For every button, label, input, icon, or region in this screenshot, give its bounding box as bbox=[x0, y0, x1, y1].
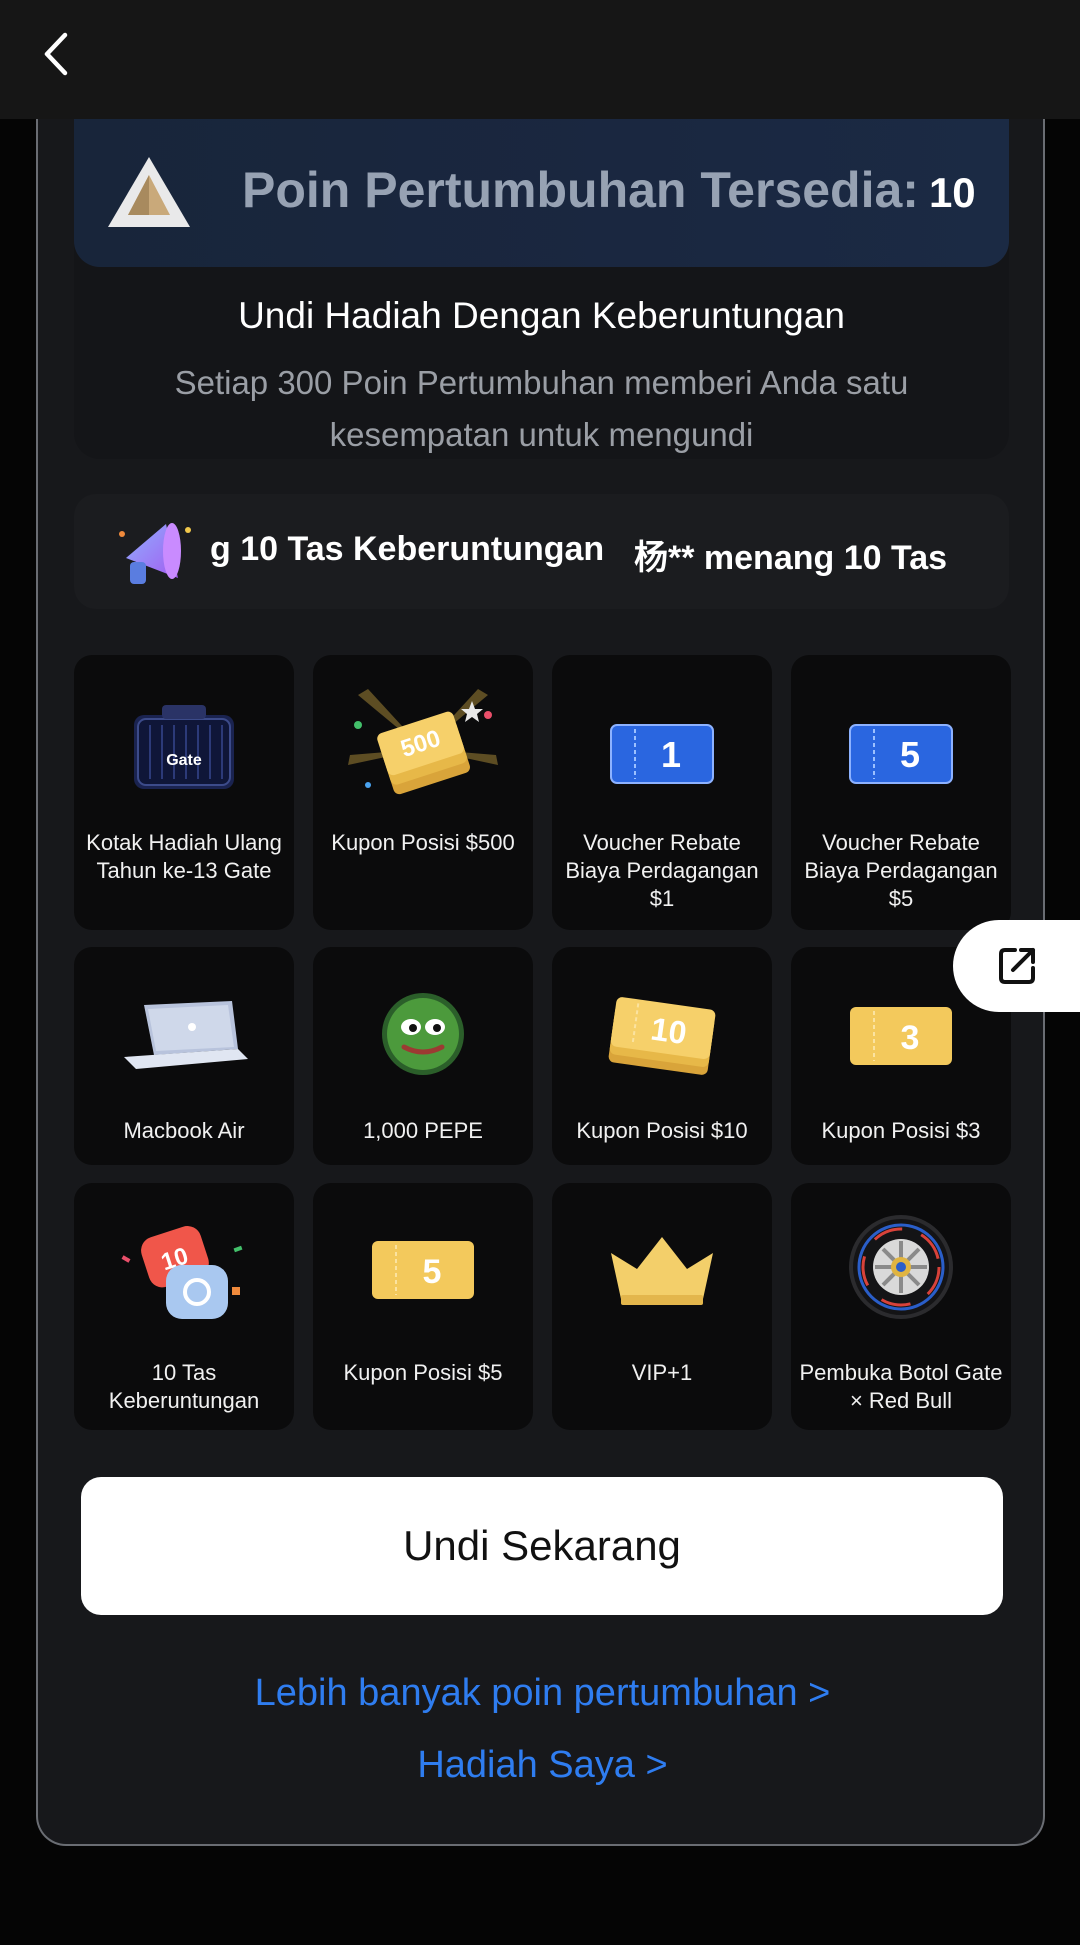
draw-title: Undi Hadiah Dengan Keberuntungan bbox=[238, 295, 845, 336]
coupon-10-icon: 10 bbox=[608, 997, 716, 1075]
prize-tile-voucher-1[interactable]: 1 Voucher Rebate Biaya Perdagangan $1 bbox=[552, 655, 772, 930]
prize-label: Pembuka Botol Gate × Red Bull bbox=[799, 1360, 1003, 1413]
prize-tile-macbook[interactable]: Macbook Air bbox=[74, 947, 294, 1165]
draw-now-button[interactable]: Undi Sekarang bbox=[81, 1477, 1003, 1615]
prize-tile-coupon-10[interactable]: 10 Kupon Posisi $10 bbox=[552, 947, 772, 1165]
gate-gift-box-icon: Gate bbox=[134, 705, 234, 789]
coupon-badge: 10 bbox=[649, 1011, 689, 1052]
tire-icon bbox=[849, 1215, 953, 1319]
prize-label: Voucher Rebate Biaya Perdagangan $5 bbox=[804, 830, 998, 911]
top-bar bbox=[0, 0, 1080, 119]
prize-tile-coupon-500[interactable]: 500 Kupon Posisi $500 bbox=[313, 655, 533, 930]
macbook-icon bbox=[124, 1001, 248, 1069]
points-label: Poin Pertumbuhan Tersedia: 10 bbox=[242, 161, 976, 219]
voucher-5-icon: 5 bbox=[849, 724, 953, 784]
megaphone-icon bbox=[119, 523, 191, 584]
prize-label: VIP+1 bbox=[631, 1360, 693, 1385]
draw-subtitle-line2: kesempatan untuk mengundi bbox=[329, 416, 754, 453]
prize-tile-redbull-tire[interactable]: Pembuka Botol Gate × Red Bull bbox=[791, 1183, 1011, 1430]
coupon-500-icon: 500 bbox=[348, 689, 498, 795]
voucher-badge: 1 bbox=[661, 734, 681, 775]
points-section: Poin Pertumbuhan Tersedia: 10 Undi Hadiah… bbox=[74, 119, 1009, 459]
points-label-text: Poin Pertumbuhan Tersedia: bbox=[242, 162, 919, 218]
coupon-badge: 5 bbox=[423, 1253, 442, 1291]
pyramid-icon bbox=[108, 157, 190, 227]
prize-label: Kupon Posisi $5 bbox=[343, 1360, 503, 1385]
prize-label: 1,000 PEPE bbox=[363, 1118, 483, 1143]
prize-label: Voucher Rebate Biaya Perdagangan $1 bbox=[565, 830, 759, 911]
draw-subtitle-line1: Setiap 300 Poin Pertumbuhan memberi Anda… bbox=[174, 364, 909, 401]
share-external-icon bbox=[999, 948, 1035, 984]
points-banner: Poin Pertumbuhan Tersedia: 10 bbox=[74, 119, 1009, 267]
crown-icon bbox=[611, 1237, 713, 1305]
lucky-draw-card: Poin Pertumbuhan Tersedia: 10 Undi Hadiah… bbox=[36, 119, 1045, 1846]
winner-ticker: g 10 Tas Keberuntungan 杨** menang 10 Tas bbox=[74, 494, 1009, 609]
svg-text:Gate: Gate bbox=[166, 752, 202, 769]
prize-tile-pepe[interactable]: 1,000 PEPE bbox=[313, 947, 533, 1165]
coupon-badge: 3 bbox=[901, 1019, 920, 1057]
lucky-bag-icon: 10 bbox=[121, 1226, 243, 1319]
prize-tile-coupon-5[interactable]: 5 Kupon Posisi $5 bbox=[313, 1183, 533, 1430]
voucher-1-icon: 1 bbox=[610, 724, 714, 784]
voucher-badge: 5 bbox=[900, 734, 920, 775]
ticker-item-2: 杨** menang 10 Tas bbox=[634, 539, 948, 577]
prize-label: Kupon Posisi $500 bbox=[331, 830, 515, 855]
back-button[interactable] bbox=[36, 28, 76, 80]
ticker-viewport: g 10 Tas Keberuntungan 杨** menang 10 Tas bbox=[210, 494, 1000, 609]
prize-label: Macbook Air bbox=[123, 1118, 245, 1143]
prize-tile-lucky-bag[interactable]: 10 10 Tas Keberuntungan bbox=[74, 1183, 294, 1430]
share-button[interactable] bbox=[953, 920, 1080, 1012]
prize-label: Kotak Hadiah Ulang Tahun ke-13 Gate bbox=[86, 830, 282, 883]
prize-label: 10 Tas Keberuntungan bbox=[108, 1360, 260, 1413]
coupon-3-icon: 3 bbox=[850, 1007, 952, 1065]
pepe-icon bbox=[382, 993, 464, 1075]
my-prizes-link[interactable]: Hadiah Saya > bbox=[38, 1744, 1047, 1787]
draw-subtitle: Setiap 300 Poin Pertumbuhan memberi Anda… bbox=[114, 357, 969, 461]
points-value: 10 bbox=[928, 169, 976, 216]
prize-label: Kupon Posisi $3 bbox=[821, 1118, 981, 1143]
chevron-left-icon bbox=[44, 32, 68, 76]
ticker-item-1: g 10 Tas Keberuntungan bbox=[210, 530, 605, 568]
more-points-link[interactable]: Lebih banyak poin pertumbuhan > bbox=[38, 1672, 1047, 1715]
prize-tile-gate-gift-box[interactable]: Gate Kotak Hadiah Ulang Tahun ke-13 Gate bbox=[74, 655, 294, 930]
prize-tile-vip[interactable]: VIP+1 bbox=[552, 1183, 772, 1430]
coupon-5-icon: 5 bbox=[372, 1241, 474, 1299]
prize-label: Kupon Posisi $10 bbox=[576, 1118, 748, 1143]
prize-tile-voucher-5[interactable]: 5 Voucher Rebate Biaya Perdagangan $5 bbox=[791, 655, 1011, 930]
